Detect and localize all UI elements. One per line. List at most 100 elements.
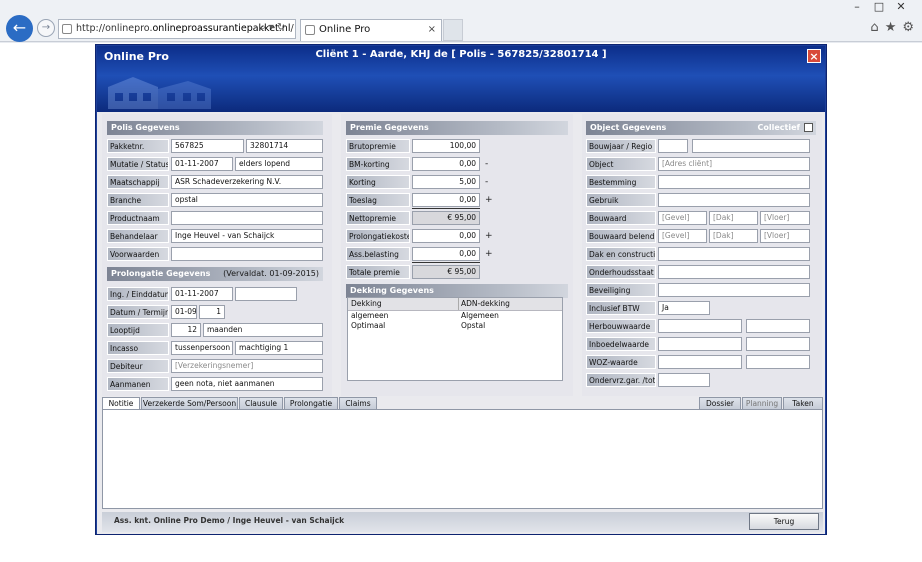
behandelaar-field[interactable]: Inge Heuvel - van Schaijck bbox=[171, 229, 323, 243]
herbouwwaarde-field[interactable] bbox=[658, 319, 742, 333]
page-title: Cliënt 1 - Aarde, KHJ de [ Polis - 56782… bbox=[315, 49, 607, 60]
bouwaard-dak-field[interactable]: [Dak] bbox=[709, 211, 758, 225]
maximize-icon[interactable]: □ bbox=[868, 0, 890, 13]
polisnr-field[interactable]: 32801714 bbox=[246, 139, 323, 153]
dekking-table[interactable]: Dekking ADN-dekking algemeen Algemeen Op… bbox=[347, 297, 563, 381]
herbouwwaarde-extra-field[interactable] bbox=[746, 319, 810, 333]
forward-icon[interactable]: → bbox=[37, 19, 55, 37]
gebruik-field[interactable] bbox=[658, 193, 810, 207]
brutopremie-field[interactable]: 100,00 bbox=[412, 139, 480, 153]
bouwaard-gevel-field[interactable]: [Gevel] bbox=[658, 211, 707, 225]
bm-korting-field[interactable]: 0,00 bbox=[412, 157, 480, 171]
debiteur-field[interactable]: [Verzekeringsnemer] bbox=[171, 359, 323, 373]
prolongatie-section-title: Prolongatie Gegevens (Vervaldat. 01-09-2… bbox=[107, 267, 323, 281]
subtotal-line bbox=[412, 208, 480, 209]
status-field[interactable]: elders lopend bbox=[235, 157, 323, 171]
mutatie-field[interactable]: 01-11-2007 bbox=[171, 157, 233, 171]
woz-extra-field[interactable] bbox=[746, 355, 810, 369]
address-tools: ⌕ ▾ ↻ bbox=[260, 19, 285, 39]
termijn-field[interactable]: 1 bbox=[199, 305, 225, 319]
maatschappij-label: Maatschappij bbox=[107, 175, 169, 189]
incasso-field[interactable]: tussenpersoon bbox=[171, 341, 233, 355]
adn-dekking-column-header: ADN-dekking bbox=[458, 298, 510, 310]
looptijd-label: Looptijd bbox=[107, 323, 169, 337]
minimize-icon[interactable]: – bbox=[846, 0, 868, 13]
onderhoudsstaat-field[interactable] bbox=[658, 265, 810, 279]
app-body: Polis Gegevens Pakketnr. 567825 32801714… bbox=[97, 112, 825, 534]
datum-termijn-label: Datum / Termijn bbox=[107, 305, 169, 319]
home-icon[interactable]: ⌂ bbox=[870, 20, 878, 35]
prolongatiekosten-field[interactable]: 0,00 bbox=[412, 229, 480, 243]
toeslag-sign: + bbox=[485, 195, 493, 205]
btw-label: Inclusief BTW bbox=[586, 301, 656, 315]
bouwjaar-field[interactable] bbox=[658, 139, 688, 153]
brutopremie-label: Brutopremie bbox=[346, 139, 410, 153]
herbouwwaarde-label: Herbouwwaarde bbox=[586, 319, 656, 333]
dropdown-icon[interactable]: ▾ bbox=[269, 22, 274, 33]
back-icon[interactable]: ← bbox=[6, 15, 33, 42]
behandelaar-label: Behandelaar bbox=[107, 229, 169, 243]
total-line bbox=[412, 262, 480, 263]
ondervrz-field[interactable] bbox=[658, 373, 710, 387]
bm-korting-label: BM-korting bbox=[346, 157, 410, 171]
close-window-icon[interactable]: ✕ bbox=[890, 0, 912, 13]
beveiliging-field[interactable] bbox=[658, 283, 810, 297]
looptijd-field[interactable]: 12 bbox=[171, 323, 201, 337]
einddatum-field[interactable] bbox=[235, 287, 297, 301]
prolongatiedatum-field[interactable]: 01-09 bbox=[171, 305, 197, 319]
footer-status-text: Ass. knt. Online Pro Demo / Inge Heuvel … bbox=[114, 516, 345, 525]
dak-field[interactable] bbox=[658, 247, 810, 261]
belend-vloer-field[interactable]: [Vloer] bbox=[760, 229, 810, 243]
footer-bar: Ass. knt. Online Pro Demo / Inge Heuvel … bbox=[102, 512, 823, 532]
branche-field[interactable]: opstal bbox=[171, 193, 323, 207]
totale-premie-label: Totale premie bbox=[346, 265, 410, 279]
browser-tab[interactable]: Online Pro × bbox=[300, 19, 442, 41]
dekking-section-title: Dekking Gegevens bbox=[346, 284, 568, 298]
regio-field[interactable] bbox=[692, 139, 810, 153]
voorwaarden-field[interactable] bbox=[171, 247, 323, 261]
woz-field[interactable] bbox=[658, 355, 742, 369]
dak-label: Dak en constructie bbox=[586, 247, 656, 261]
productnaam-field[interactable] bbox=[171, 211, 323, 225]
collectief-checkbox[interactable] bbox=[804, 123, 813, 132]
new-tab-button[interactable] bbox=[443, 19, 463, 41]
dekking-table-header: Dekking ADN-dekking bbox=[348, 298, 562, 311]
inboedelwaarde-field[interactable] bbox=[658, 337, 742, 351]
bestemming-field[interactable] bbox=[658, 175, 810, 189]
machtiging-field[interactable]: machtiging 1 bbox=[235, 341, 323, 355]
terug-button[interactable]: Terug bbox=[749, 513, 819, 530]
ingangsdatum-field[interactable]: 01-11-2007 bbox=[171, 287, 233, 301]
bm-korting-sign: - bbox=[485, 159, 489, 169]
collectief-label: Collectief bbox=[757, 123, 801, 132]
notitie-textarea[interactable] bbox=[102, 409, 823, 509]
vervaldatum-text: (Vervaldat. 01-09-2015) bbox=[223, 269, 319, 278]
dekking-column-header: Dekking bbox=[351, 299, 382, 308]
toeslag-field[interactable]: 0,00 bbox=[412, 193, 480, 207]
btw-field[interactable]: Ja bbox=[658, 301, 710, 315]
refresh-icon[interactable]: ↻ bbox=[277, 22, 285, 33]
table-row[interactable]: Optimaal Opstal bbox=[348, 321, 562, 331]
bouwaard-vloer-field[interactable]: [Vloer] bbox=[760, 211, 810, 225]
close-icon[interactable]: × bbox=[807, 49, 821, 63]
aanmanen-field[interactable]: geen nota, niet aanmanen bbox=[171, 377, 323, 391]
bestemming-label: Bestemming bbox=[586, 175, 656, 189]
close-tab-icon[interactable]: × bbox=[428, 20, 436, 40]
inboedelwaarde-extra-field[interactable] bbox=[746, 337, 810, 351]
favorites-star-icon[interactable]: ★ bbox=[885, 20, 897, 35]
maatschappij-field[interactable]: ASR Schadeverzekering N.V. bbox=[171, 175, 323, 189]
settings-gear-icon[interactable]: ⚙ bbox=[902, 20, 914, 35]
korting-field[interactable]: 5,00 bbox=[412, 175, 480, 189]
belend-dak-field[interactable]: [Dak] bbox=[709, 229, 758, 243]
search-icon[interactable]: ⌕ bbox=[260, 22, 266, 33]
assbelasting-sign: + bbox=[485, 249, 493, 259]
korting-label: Korting bbox=[346, 175, 410, 189]
table-row[interactable]: algemeen Algemeen bbox=[348, 311, 562, 321]
ingangsdatum-label: Ing. / Einddatum bbox=[107, 287, 169, 301]
looptijd-eenheid-field[interactable]: maanden bbox=[203, 323, 323, 337]
object-field[interactable]: [Adres cliënt] bbox=[658, 157, 810, 171]
bouwjaar-label: Bouwjaar / Regio bbox=[586, 139, 656, 153]
assbelasting-field[interactable]: 0,00 bbox=[412, 247, 480, 261]
ondervrz-label: Ondervrz.gar. /tot bbox=[586, 373, 656, 387]
belend-gevel-field[interactable]: [Gevel] bbox=[658, 229, 707, 243]
pakketnr-field[interactable]: 567825 bbox=[171, 139, 244, 153]
